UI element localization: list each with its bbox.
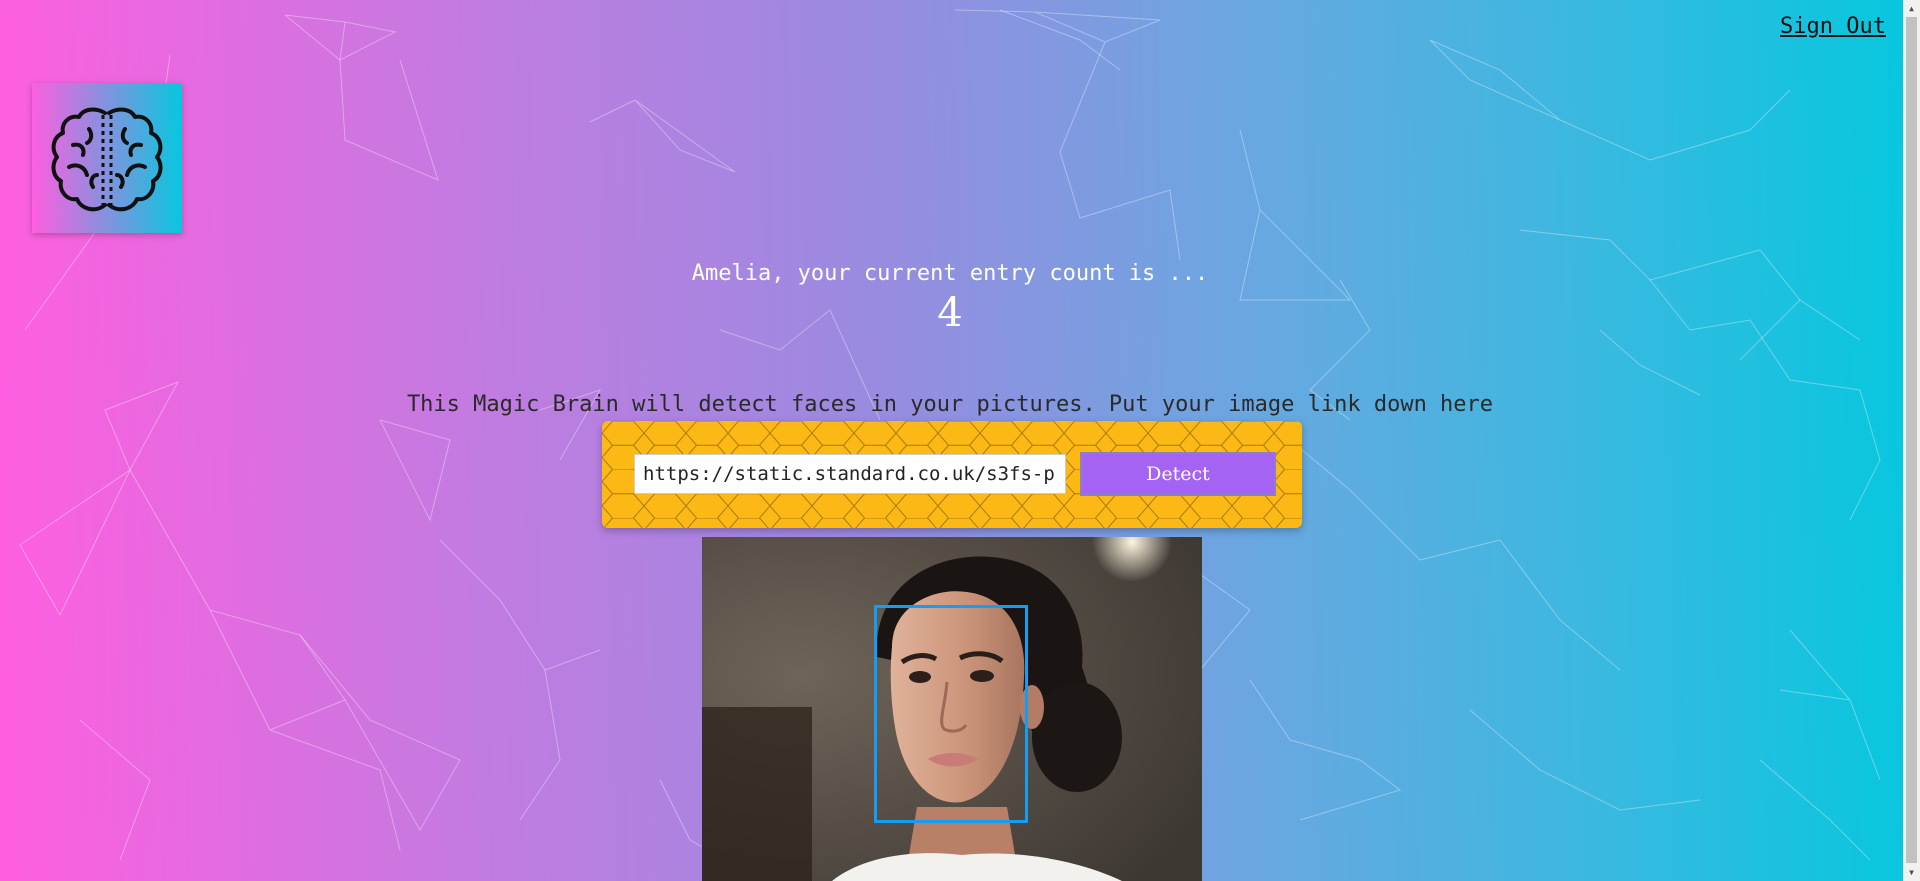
detect-button[interactable]: Detect <box>1080 452 1276 496</box>
entry-count-message: Amelia, your current entry count is ... <box>691 261 1209 286</box>
instructions-text: This Magic Brain will detect faces in yo… <box>406 392 1494 417</box>
image-link-form: Detect <box>602 421 1302 528</box>
image-url-input[interactable] <box>634 454 1066 494</box>
logo[interactable] <box>32 83 182 233</box>
face-image-container <box>702 537 1202 881</box>
vertical-scrollbar[interactable]: ▲ ▼ <box>1903 0 1920 881</box>
entry-count-value: 4 <box>937 290 963 336</box>
top-nav: Sign Out <box>1780 14 1886 39</box>
rank-section: Amelia, your current entry count is ... … <box>0 261 1900 336</box>
scroll-down-arrow-icon[interactable]: ▼ <box>1903 864 1920 881</box>
sign-out-link[interactable]: Sign Out <box>1780 14 1886 39</box>
brain-icon <box>51 107 163 212</box>
scroll-up-arrow-icon[interactable]: ▲ <box>1903 0 1920 17</box>
face-bounding-box <box>874 605 1028 823</box>
scrollbar-thumb[interactable] <box>1906 17 1917 863</box>
